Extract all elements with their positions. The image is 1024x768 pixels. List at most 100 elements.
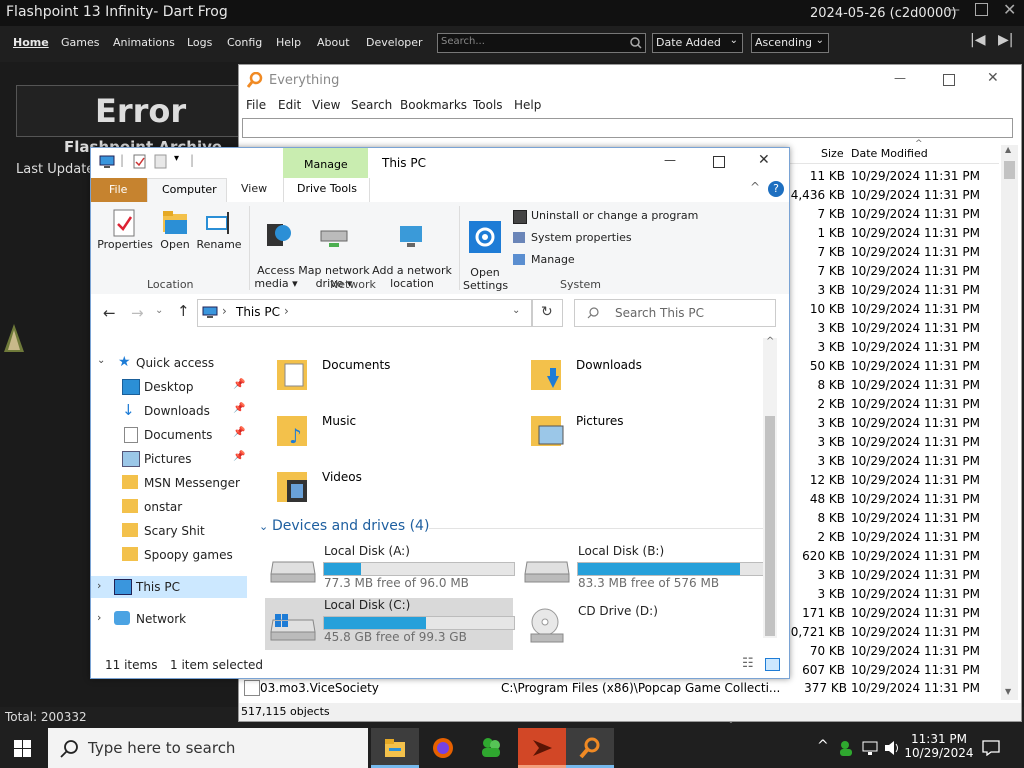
folder-music[interactable]: ♪ Music xyxy=(275,410,485,454)
back-icon[interactable]: ← xyxy=(103,304,116,322)
menu-animations[interactable]: Animations xyxy=(113,36,175,49)
ev-menu-tools[interactable]: Tools xyxy=(473,98,503,112)
menu-home[interactable]: Home xyxy=(13,36,49,49)
add-network-location-button[interactable]: Add a network location xyxy=(371,208,453,290)
minimize-icon[interactable]: — xyxy=(664,153,676,167)
sidebar-item-quick-access[interactable]: ⌄ ★ Quick access xyxy=(91,352,251,374)
network-tray-icon[interactable] xyxy=(862,740,880,756)
sidebar-item-network[interactable]: › Network xyxy=(91,608,251,630)
taskbar-msn-messenger[interactable] xyxy=(467,728,515,768)
chevron-down-icon[interactable]: ⌄ xyxy=(259,520,268,533)
sidebar-item-msn-messenger[interactable]: MSN Messenger xyxy=(91,472,251,494)
menu-logs[interactable]: Logs xyxy=(187,36,212,49)
scroll-thumb[interactable] xyxy=(765,416,775,636)
ev-menu-view[interactable]: View xyxy=(312,98,340,112)
close-icon[interactable]: ✕ xyxy=(758,152,770,168)
menu-config[interactable]: Config xyxy=(227,36,262,49)
chevron-right-icon[interactable]: › xyxy=(97,579,101,592)
folder-downloads[interactable]: Downloads xyxy=(529,354,739,398)
taskbar-search-input[interactable]: Type here to search xyxy=(48,728,368,768)
tab-file[interactable]: File xyxy=(91,178,147,202)
show-hidden-icons-icon[interactable]: ^ xyxy=(817,738,829,754)
volume-icon[interactable] xyxy=(884,740,902,756)
new-folder-qat-icon[interactable] xyxy=(154,154,168,170)
scroll-down-icon[interactable]: ▼ xyxy=(1005,687,1011,696)
ev-menu-help[interactable]: Help xyxy=(514,98,541,112)
menu-developer[interactable]: Developer xyxy=(366,36,423,49)
ev-menu-edit[interactable]: Edit xyxy=(278,98,301,112)
folder-documents[interactable]: Documents xyxy=(275,354,485,398)
layout-toggle-icon[interactable]: ▶| xyxy=(998,32,1013,48)
tab-drive-tools[interactable]: Drive Tools xyxy=(283,178,370,202)
minimize-icon[interactable]: — xyxy=(894,71,906,85)
taskbar-file-explorer[interactable] xyxy=(371,728,419,768)
chevron-down-icon[interactable]: ⌄ xyxy=(97,355,105,366)
ev-menu-file[interactable]: File xyxy=(246,98,266,112)
sort-order-select[interactable]: Ascending ⌄ xyxy=(751,33,829,53)
sidebar-item-this-pc[interactable]: › This PC xyxy=(91,576,247,598)
refresh-button[interactable]: ↻ xyxy=(532,299,563,327)
menu-help[interactable]: Help xyxy=(276,36,301,49)
sidebar-item-onstar[interactable]: onstar xyxy=(91,496,251,518)
forward-icon[interactable]: → xyxy=(131,304,144,322)
properties-qat-icon[interactable] xyxy=(133,154,147,170)
windows-start-icon[interactable] xyxy=(14,740,32,757)
rename-button[interactable]: Rename xyxy=(195,208,243,251)
qat-dropdown-icon[interactable]: ▾ xyxy=(174,153,179,164)
everything-search-input[interactable] xyxy=(242,118,1013,138)
properties-button[interactable]: Properties xyxy=(97,208,153,251)
ev-menu-search[interactable]: Search xyxy=(351,98,392,112)
scroll-up-icon[interactable]: ^ xyxy=(766,336,774,347)
sidebar-item-scary-shit[interactable]: Scary Shit xyxy=(91,520,251,542)
access-media-button[interactable]: Access media ▾ xyxy=(253,208,299,290)
sidebar-item-desktop[interactable]: Desktop 📌 xyxy=(91,376,251,398)
chevron-right-icon[interactable]: › xyxy=(97,611,101,624)
drive-c[interactable]: Local Disk (C:) 45.8 GB free of 99.3 GB xyxy=(265,598,515,650)
taskbar-flashpoint[interactable] xyxy=(518,728,566,768)
folder-videos[interactable]: Videos xyxy=(275,466,485,510)
maximize-icon[interactable] xyxy=(975,3,988,16)
drive-b[interactable]: Local Disk (B:) 83.3 MB free of 576 MB xyxy=(521,544,771,596)
size-column-header[interactable]: Size xyxy=(821,147,844,160)
taskbar-everything[interactable] xyxy=(566,728,614,768)
address-bar[interactable]: › This PC › ⌄ xyxy=(197,299,532,327)
breadcrumb-this-pc[interactable]: This PC xyxy=(236,305,280,319)
close-icon[interactable]: ✕ xyxy=(1003,0,1016,19)
maximize-icon[interactable] xyxy=(943,74,955,86)
sidebar-item-documents[interactable]: Documents 📌 xyxy=(91,424,251,446)
explorer-search-input[interactable]: Search This PC xyxy=(574,299,776,327)
sort-field-select[interactable]: Date Added ⌄ xyxy=(652,33,743,53)
tab-computer[interactable]: Computer xyxy=(147,178,227,203)
sidebar-item-pictures[interactable]: Pictures 📌 xyxy=(91,448,251,470)
open-settings-button[interactable]: Open Settings xyxy=(463,208,508,292)
minimize-icon[interactable]: — xyxy=(946,2,960,18)
manage-context-tab[interactable]: Manage xyxy=(283,148,368,178)
scroll-thumb[interactable] xyxy=(1004,161,1015,179)
collapse-ribbon-icon[interactable]: ^ xyxy=(750,180,760,194)
recent-locations-icon[interactable]: ⌄ xyxy=(155,305,163,316)
help-icon[interactable]: ? xyxy=(768,181,784,197)
details-view-icon[interactable]: ☷ xyxy=(742,656,754,671)
sidebar-item-downloads[interactable]: ↓ Downloads 📌 xyxy=(91,400,251,422)
up-icon[interactable]: ↑ xyxy=(177,302,190,320)
everything-scrollbar[interactable]: ▲ ▼ xyxy=(1001,145,1018,700)
menu-games[interactable]: Games xyxy=(61,36,99,49)
large-icons-view-icon[interactable] xyxy=(765,658,780,671)
tab-view[interactable]: View xyxy=(241,182,267,195)
notifications-icon[interactable] xyxy=(982,740,1000,756)
menu-about[interactable]: About xyxy=(317,36,350,49)
address-dropdown-icon[interactable]: ⌄ xyxy=(512,305,520,316)
maximize-icon[interactable] xyxy=(713,156,725,168)
scroll-up-icon[interactable]: ▲ xyxy=(1005,145,1011,154)
folder-pictures[interactable]: Pictures xyxy=(529,410,739,454)
taskbar-firefox[interactable] xyxy=(419,728,467,768)
devices-and-drives-header[interactable]: ⌄ Devices and drives (4) xyxy=(259,518,769,538)
last-row-name[interactable]: 03.mo3.ViceSociety xyxy=(260,681,379,695)
taskbar-clock[interactable]: 11:31 PM 10/29/2024 xyxy=(902,732,976,760)
drive-d[interactable]: CD Drive (D:) xyxy=(521,598,771,650)
msn-tray-icon[interactable] xyxy=(838,739,856,757)
ev-menu-bookmarks[interactable]: Bookmarks xyxy=(400,98,467,112)
drive-a[interactable]: Local Disk (A:) 77.3 MB free of 96.0 MB xyxy=(267,544,517,596)
layout-toggle-icon[interactable]: |◀ xyxy=(970,32,985,48)
flashpoint-search-input[interactable]: Search... xyxy=(437,33,646,53)
